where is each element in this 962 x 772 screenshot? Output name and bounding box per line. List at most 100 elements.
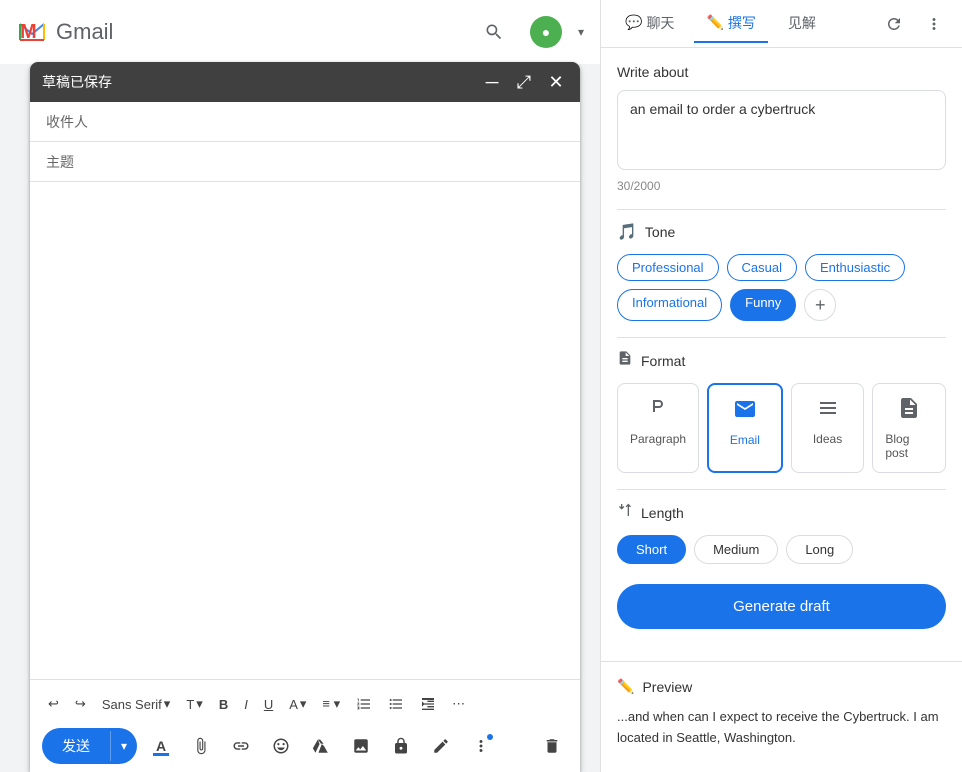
redo-button[interactable]: ↪ (69, 692, 92, 716)
tone-icon: 🎵 (617, 222, 637, 242)
avatar[interactable]: ● (530, 16, 562, 48)
delete-draft-button[interactable] (536, 730, 568, 762)
generate-draft-button[interactable]: Generate draft (617, 584, 946, 629)
attach-icon[interactable] (185, 730, 217, 762)
tab-chat[interactable]: 💬 聊天 (613, 5, 686, 43)
compose-actions: 发送 ▾ A (42, 728, 568, 764)
text-format-icon[interactable]: A (145, 730, 177, 762)
gmail-logo-icon: M (16, 16, 48, 48)
tone-informational[interactable]: Informational (617, 289, 722, 321)
send-button[interactable]: 发送 ▾ (42, 728, 137, 764)
gmail-logo: M Gmail (16, 16, 113, 48)
format-email[interactable]: Email (707, 383, 783, 473)
tone-casual[interactable]: Casual (727, 254, 797, 281)
link-icon[interactable] (225, 730, 257, 762)
format-ideas-label: Ideas (813, 432, 842, 446)
signature-icon[interactable] (425, 730, 457, 762)
gmail-panel: M Gmail ● ▾ 草稿已保存 ─ ⤢ ✕ 收件人 (0, 0, 600, 772)
write-about-label: Write about (617, 64, 946, 80)
italic-button[interactable]: I (238, 693, 254, 716)
format-ideas[interactable]: Ideas (791, 383, 865, 473)
length-section-header: Length (617, 502, 946, 523)
bold-button[interactable]: B (213, 693, 234, 716)
compose-body[interactable] (30, 182, 580, 679)
paragraph-icon (646, 396, 670, 426)
length-chips: Short Medium Long (617, 535, 946, 564)
format-icon (617, 350, 633, 371)
drive-icon[interactable] (305, 730, 337, 762)
tone-professional[interactable]: Professional (617, 254, 719, 281)
compose-header: 草稿已保存 ─ ⤢ ✕ (30, 62, 580, 102)
preview-label: Preview (642, 679, 692, 695)
font-family-selector[interactable]: Sans Serif ▾ (96, 692, 177, 716)
email-format-icon (733, 397, 757, 427)
tab-insight[interactable]: 见解 (776, 5, 828, 43)
char-count: 30/2000 (617, 179, 946, 193)
to-field[interactable]: 收件人 (30, 102, 580, 142)
panel-more-button[interactable] (918, 8, 950, 40)
format-blogpost[interactable]: Blog post (872, 383, 946, 473)
format-paragraph-label: Paragraph (630, 432, 686, 446)
lock-icon[interactable] (385, 730, 417, 762)
length-label: Length (641, 505, 684, 521)
subject-field[interactable]: 主题 (30, 142, 580, 182)
gmail-header: M Gmail ● ▾ (0, 0, 600, 64)
tab-chat-label: 聊天 (646, 13, 674, 33)
panel-content: Write about 30/2000 🎵 Tone Professional … (601, 48, 962, 661)
compose-title: 草稿已保存 (42, 72, 480, 92)
format-label: Format (641, 353, 685, 369)
panel-header: 💬 聊天 ✏️ 撰写 见解 (601, 0, 962, 48)
more-options-button[interactable] (465, 730, 497, 762)
minimize-button[interactable]: ─ (480, 70, 504, 94)
ideas-icon (816, 396, 840, 426)
photo-icon[interactable] (345, 730, 377, 762)
add-tone-button[interactable]: + (804, 289, 836, 321)
underline-button[interactable]: U (258, 693, 279, 716)
tone-funny[interactable]: Funny (730, 289, 796, 321)
tone-chips: Professional Casual Enthusiastic Informa… (617, 254, 946, 321)
tone-label: Tone (645, 224, 675, 240)
align-button[interactable]: ≡ ▾ (316, 692, 346, 716)
format-section-header: Format (617, 350, 946, 371)
numbered-list-button[interactable] (350, 692, 378, 716)
preview-header: ✏️ Preview (617, 678, 946, 695)
bullet-list-button[interactable] (382, 692, 410, 716)
compose-window: 草稿已保存 ─ ⤢ ✕ 收件人 主题 ↩ ↪ Sans Serif (30, 62, 580, 772)
emoji-icon[interactable] (265, 730, 297, 762)
svg-text:M: M (20, 21, 37, 43)
length-short[interactable]: Short (617, 535, 686, 564)
preview-edit-icon: ✏️ (617, 678, 634, 695)
format-paragraph[interactable]: Paragraph (617, 383, 699, 473)
right-panel: 💬 聊天 ✏️ 撰写 见解 Write about 30/2000 🎵 Tone (600, 0, 962, 772)
tab-write-label: 撰写 (728, 13, 756, 33)
chat-icon: 💬 (625, 14, 642, 31)
tone-section-header: 🎵 Tone (617, 222, 946, 242)
compose-toolbar: ↩ ↪ Sans Serif ▾ T ▾ B I U A ▾ ≡ ▾ (42, 688, 568, 720)
close-button[interactable]: ✕ (544, 70, 568, 94)
format-blogpost-label: Blog post (885, 432, 933, 460)
preview-content: ...and when can I expect to receive the … (617, 707, 946, 772)
gmail-logo-label: Gmail (56, 19, 113, 45)
refresh-button[interactable] (878, 8, 910, 40)
avatar-dropdown[interactable]: ▾ (578, 25, 584, 39)
font-size-selector[interactable]: T ▾ (180, 692, 208, 716)
font-color-button[interactable]: A ▾ (283, 692, 312, 716)
send-label: 发送 (42, 728, 110, 764)
blogpost-icon (897, 396, 921, 426)
write-icon: ✏️ (706, 14, 723, 31)
length-medium[interactable]: Medium (694, 535, 778, 564)
length-long[interactable]: Long (786, 535, 853, 564)
preview-section: ✏️ Preview ...and when can I expect to r… (601, 661, 962, 772)
more-format-button[interactable]: ⋯ (446, 692, 471, 716)
send-dropdown-arrow[interactable]: ▾ (110, 731, 137, 761)
tone-enthusiastic[interactable]: Enthusiastic (805, 254, 905, 281)
tab-insight-label: 见解 (788, 13, 816, 33)
undo-button[interactable]: ↩ (42, 692, 65, 716)
format-email-label: Email (730, 433, 760, 447)
indent-button[interactable] (414, 692, 442, 716)
search-icon[interactable] (474, 12, 514, 52)
length-icon (617, 502, 633, 523)
write-about-input[interactable] (617, 90, 946, 170)
tab-write[interactable]: ✏️ 撰写 (694, 5, 767, 43)
expand-button[interactable]: ⤢ (512, 70, 536, 94)
